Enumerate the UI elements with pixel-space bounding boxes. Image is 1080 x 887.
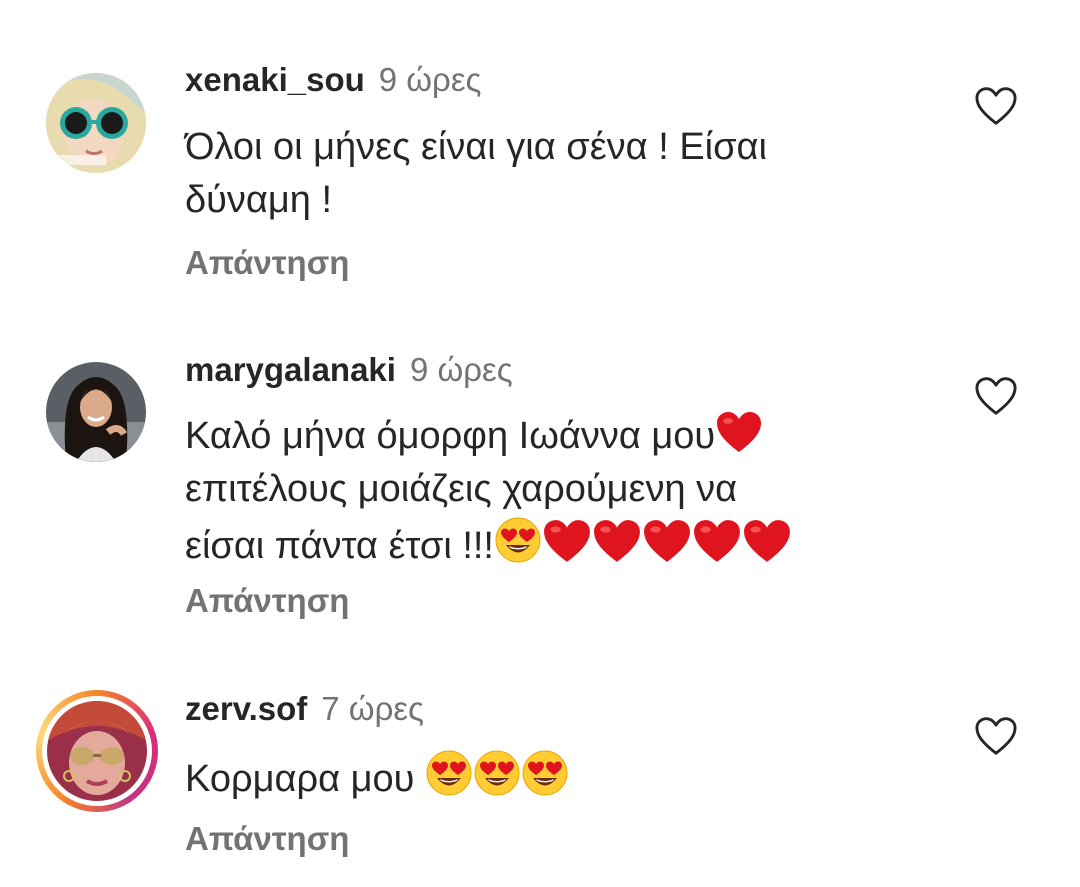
comment-text: Όλοι οι μήνες είναι για σένα ! Είσαι δύν… bbox=[185, 121, 885, 227]
avatar-image bbox=[47, 701, 147, 801]
red-heart-emoji bbox=[592, 518, 642, 564]
story-ring-gap bbox=[42, 696, 152, 806]
username-link[interactable]: zerv.sof bbox=[185, 690, 307, 727]
red-heart-emoji bbox=[542, 518, 592, 564]
timestamp: 7 ώρες bbox=[321, 690, 424, 727]
reply-button[interactable]: Απάντηση bbox=[185, 581, 349, 621]
heart-eyes-emoji bbox=[425, 749, 473, 797]
comment-text-line: είσαι πάντα έτσι !!! bbox=[185, 516, 885, 573]
comment-header: xenaki_sou 9 ώρες bbox=[185, 60, 481, 100]
avatar-image bbox=[46, 73, 146, 173]
heart-eyes-emoji bbox=[473, 749, 521, 797]
heart-outline-icon[interactable] bbox=[974, 716, 1018, 756]
timestamp: 9 ώρες bbox=[409, 351, 513, 388]
comment-header: zerv.sof 7 ώρες bbox=[185, 689, 424, 729]
comment-text-line: επιτέλους μοιάζεις χαρούμενη να bbox=[185, 468, 738, 510]
heart-eyes-emoji bbox=[494, 516, 542, 564]
reply-button[interactable]: Απάντηση bbox=[185, 819, 349, 859]
avatar[interactable] bbox=[46, 73, 146, 173]
heart-outline-icon[interactable] bbox=[974, 86, 1018, 126]
avatar bbox=[47, 701, 147, 801]
heart-eyes-emoji bbox=[521, 749, 569, 797]
red-heart-emoji bbox=[692, 518, 742, 564]
story-ring[interactable] bbox=[36, 690, 158, 812]
red-heart-emoji bbox=[642, 518, 692, 564]
avatar-image bbox=[46, 362, 146, 462]
red-heart-emoji bbox=[715, 410, 763, 454]
avatar[interactable] bbox=[46, 362, 146, 462]
comment-text-line: δύναμη ! bbox=[185, 179, 333, 221]
comment-text: Καλό μήνα όμορφη Ιωάννα μου επιτέλους μο… bbox=[185, 410, 885, 573]
username-link[interactable]: marygalanaki bbox=[185, 351, 396, 388]
comment-text-line: Όλοι οι μήνες είναι για σένα ! Είσαι bbox=[185, 126, 767, 168]
red-heart-emoji bbox=[742, 518, 792, 564]
heart-outline-icon[interactable] bbox=[974, 376, 1018, 416]
comment-text: Κορμαρα μου bbox=[185, 749, 885, 806]
comment-text-line: Καλό μήνα όμορφη Ιωάννα μου bbox=[185, 410, 885, 463]
timestamp: 9 ώρες bbox=[378, 61, 482, 98]
reply-button[interactable]: Απάντηση bbox=[185, 243, 349, 283]
comment-header: marygalanaki 9 ώρες bbox=[185, 350, 513, 390]
username-link[interactable]: xenaki_sou bbox=[185, 61, 365, 98]
comment-text-line: Κορμαρα μου bbox=[185, 749, 885, 806]
